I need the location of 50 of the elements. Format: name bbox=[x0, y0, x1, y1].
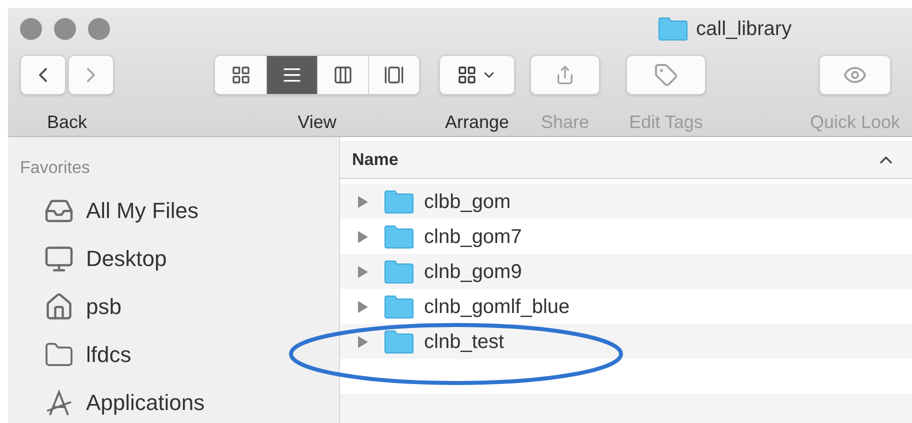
column-header[interactable]: Name bbox=[340, 141, 912, 179]
view-mode-button[interactable] bbox=[215, 56, 266, 94]
minimize-button[interactable] bbox=[54, 18, 76, 40]
view-mode-button[interactable] bbox=[266, 56, 317, 94]
sidebar-item[interactable]: psb bbox=[20, 282, 327, 330]
toolbar-label: Quick Look bbox=[810, 111, 900, 134]
icon-view-icon bbox=[230, 65, 250, 85]
folder-icon bbox=[384, 260, 414, 284]
zoom-button[interactable] bbox=[88, 18, 110, 40]
window-title: call_library bbox=[696, 16, 792, 42]
house-icon bbox=[44, 292, 74, 322]
folder-icon bbox=[384, 190, 414, 214]
file-row[interactable]: clnb_gom9 bbox=[340, 254, 912, 289]
toolbar-label: Edit Tags bbox=[629, 111, 703, 134]
folder-icon bbox=[384, 294, 414, 318]
close-button[interactable] bbox=[20, 18, 42, 40]
sidebar-item[interactable]: Applications bbox=[20, 378, 327, 423]
sidebar-item[interactable]: All My Files bbox=[20, 186, 327, 234]
file-name: clnb_gomlf_blue bbox=[424, 294, 570, 320]
share-icon bbox=[555, 65, 575, 85]
file-name: clnb_test bbox=[424, 330, 504, 354]
column-view-icon bbox=[333, 65, 353, 85]
sidebar-item[interactable]: Desktop bbox=[20, 234, 327, 282]
back-button[interactable] bbox=[20, 55, 66, 95]
gallery-view-icon bbox=[384, 65, 404, 85]
share-button[interactable] bbox=[530, 55, 600, 95]
sidebar-heading: Favorites bbox=[20, 157, 91, 179]
toolbar-label: View bbox=[298, 111, 336, 134]
monitor-icon bbox=[44, 244, 74, 274]
view-mode-button[interactable] bbox=[368, 56, 419, 94]
toolbar-label: Back bbox=[46, 111, 88, 134]
toolbar-label: Share bbox=[540, 111, 590, 134]
folder-icon bbox=[384, 224, 414, 248]
forward-button[interactable] bbox=[68, 55, 114, 95]
folder-icon bbox=[384, 330, 414, 354]
file-row[interactable]: clbb_gom bbox=[340, 184, 912, 219]
quick-look-button[interactable] bbox=[819, 55, 891, 95]
toolbar-label: Arrange bbox=[444, 111, 510, 134]
grid-icon bbox=[457, 65, 477, 85]
tag-icon bbox=[654, 63, 678, 87]
sidebar-item[interactable]: lfdcs bbox=[20, 330, 327, 378]
file-name: clnb_gom7 bbox=[424, 224, 522, 250]
compass-a-icon bbox=[44, 388, 74, 418]
file-name: clbb_gom bbox=[424, 190, 511, 214]
arrange-button[interactable] bbox=[439, 55, 515, 95]
view-mode-button[interactable] bbox=[317, 56, 368, 94]
folder-icon bbox=[658, 16, 688, 40]
edit-tags-button[interactable] bbox=[626, 55, 706, 95]
file-row[interactable]: clnb_test bbox=[340, 324, 912, 359]
file-name: clnb_gom9 bbox=[424, 260, 522, 284]
